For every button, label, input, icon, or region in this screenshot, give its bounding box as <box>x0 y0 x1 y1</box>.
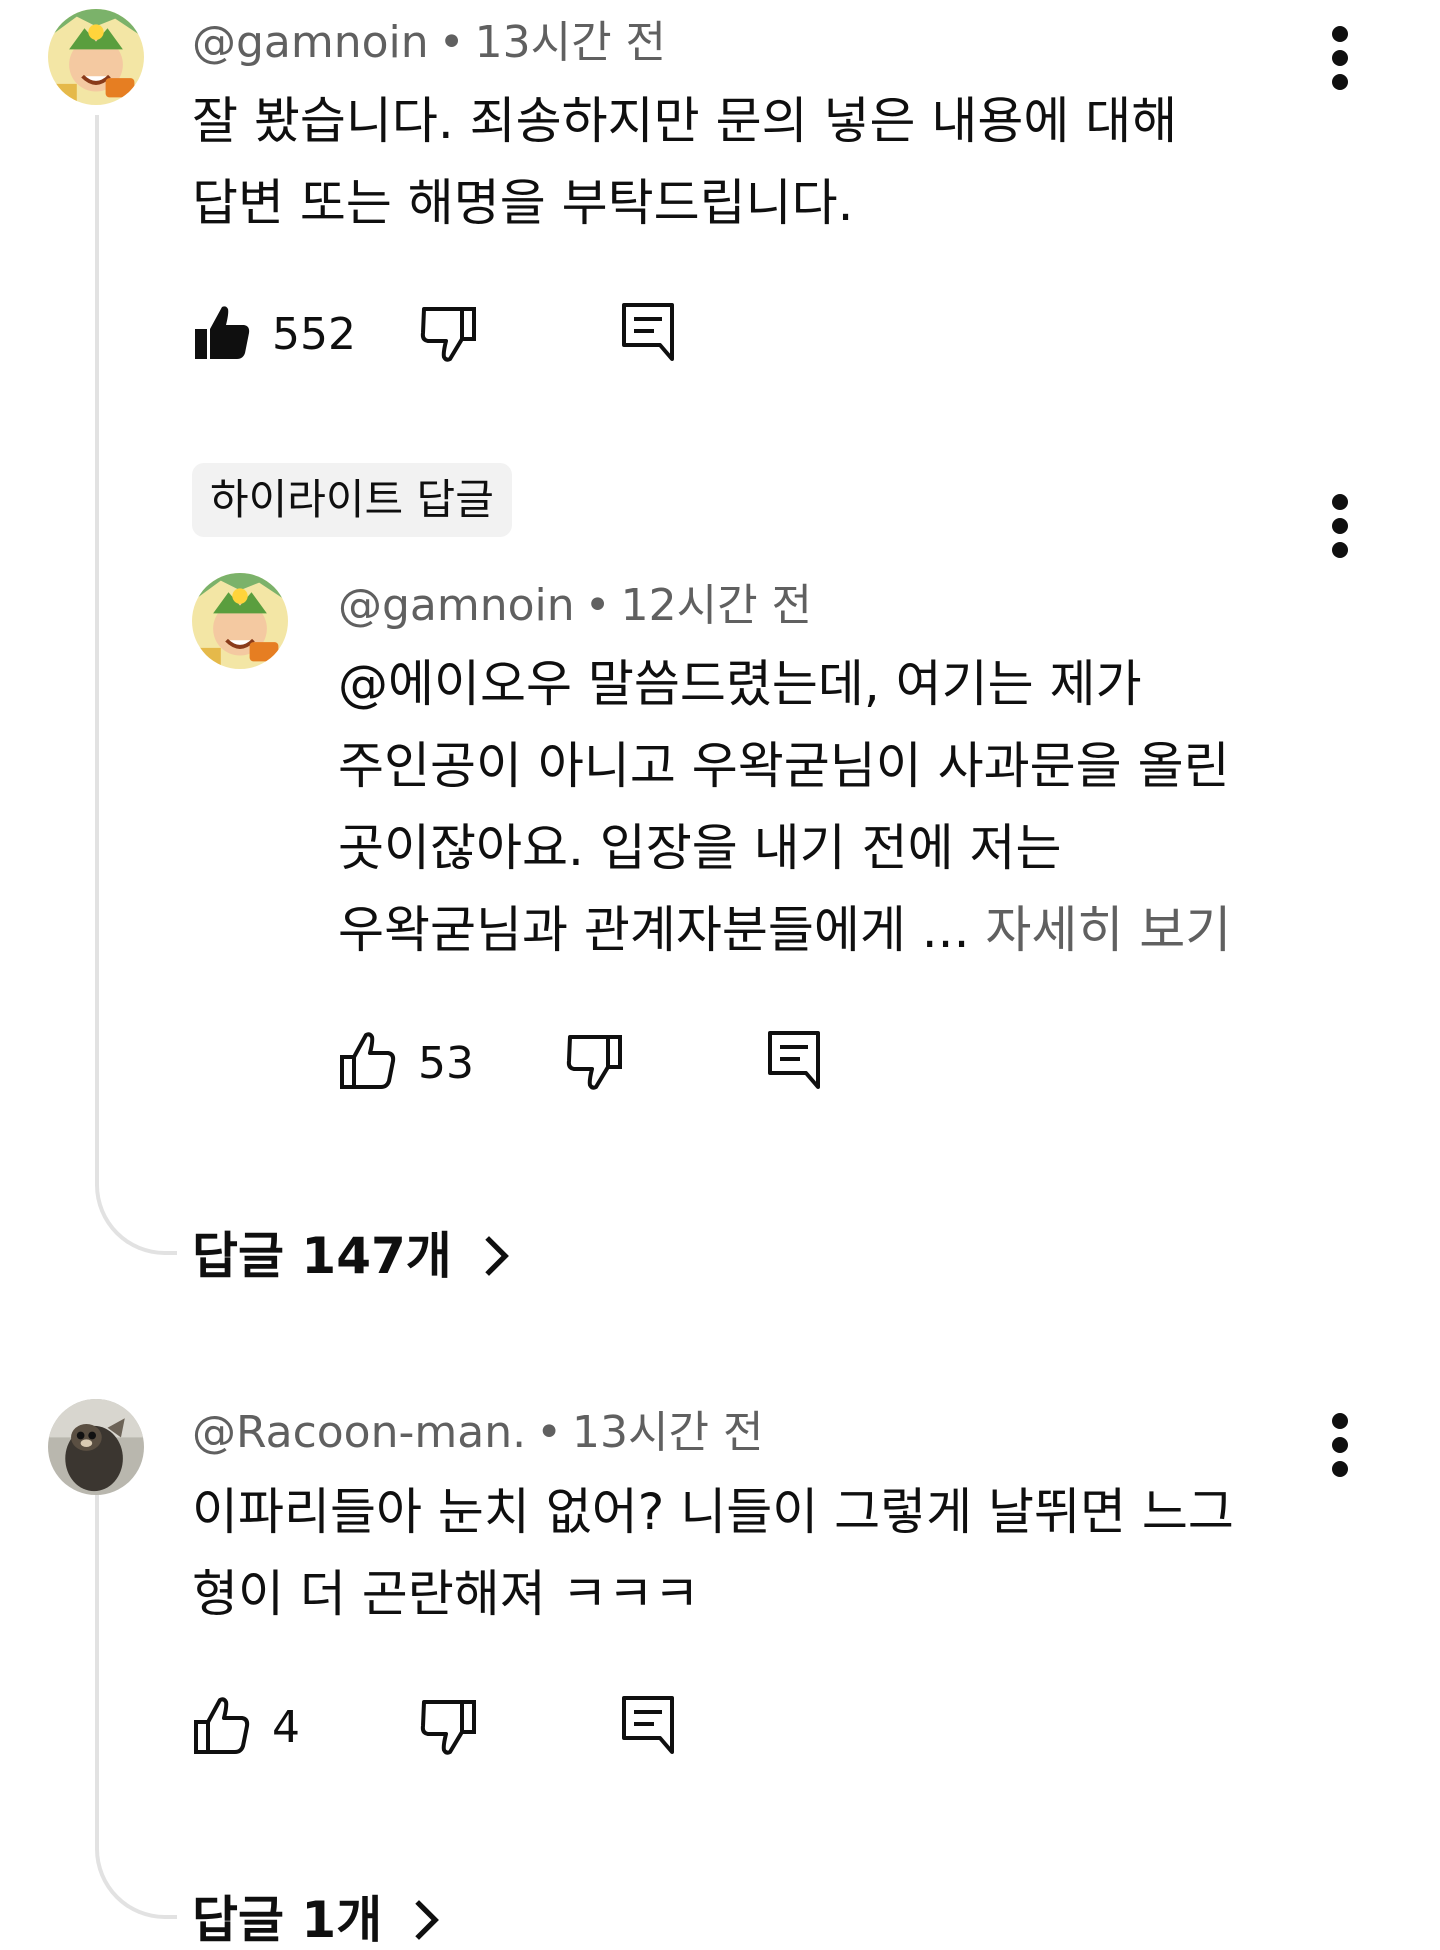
comment-text-line: 형이 더 곤란해져 ㅋㅋㅋ <box>192 1565 700 1623</box>
comment-text-line: 이파리들아 눈치 없어? 니들이 그렇게 날뛰면 느그 <box>192 1483 1234 1541</box>
reply-menu-button[interactable] <box>1320 486 1360 566</box>
dislike-button[interactable] <box>564 1031 624 1091</box>
avatar[interactable] <box>48 9 144 105</box>
reply-text-line: @에이오우 말씀드렸는데, 여기는 제가 <box>338 655 1142 713</box>
reply-button[interactable] <box>618 301 678 361</box>
like-button[interactable] <box>192 1696 252 1756</box>
author-handle[interactable]: @gamnoin <box>338 580 575 631</box>
reply-text-line: 곳이잖아요. 입장을 내기 전에 저는 <box>338 819 1062 877</box>
thread-connector <box>95 1494 177 1919</box>
dislike-button[interactable] <box>418 1696 478 1756</box>
avatar[interactable] <box>48 1399 144 1495</box>
thumbs-down-icon <box>566 1035 622 1090</box>
more-vert-icon <box>1332 1413 1348 1477</box>
reply-text-line: 주인공이 아니고 우왁굳님이 사과문을 올린 <box>338 737 1230 795</box>
view-replies-button[interactable]: 답글 1개 <box>192 1890 444 1950</box>
author-handle[interactable]: @gamnoin <box>192 17 429 68</box>
avatar[interactable] <box>192 573 288 669</box>
reply-text: @에이오우 말씀드렸는데, 여기는 제가 주인공이 아니고 우왁굳님이 사과문을… <box>338 643 1231 971</box>
reply-text-line: 우왁굳님과 관계자분들에게 ... 자세히 보기 <box>338 889 1231 971</box>
reply-comment-icon <box>622 303 674 361</box>
comment-meta: @Racoon-man. • 13시간 전 <box>192 1407 763 1459</box>
reply-comment-icon <box>768 1031 820 1089</box>
reply-button[interactable] <box>764 1029 824 1089</box>
comment-text-line: 답변 또는 해명을 부탁드립니다. <box>192 174 854 232</box>
timestamp[interactable]: 13시간 전 <box>475 17 666 68</box>
reply-text-truncated: 우왁굳님과 관계자분들에게 ... <box>338 901 986 959</box>
comment-meta: @gamnoin • 13시간 전 <box>192 17 666 69</box>
separator-dot: • <box>584 580 611 631</box>
thumbs-up-icon <box>194 1697 250 1754</box>
more-vert-icon <box>1332 26 1348 90</box>
separator-dot: • <box>536 1407 563 1458</box>
like-button[interactable] <box>338 1031 398 1091</box>
comment-menu-button[interactable] <box>1320 1405 1360 1485</box>
author-handle[interactable]: @Racoon-man. <box>192 1407 526 1458</box>
replies-count-label: 답글 1개 <box>192 1891 383 1949</box>
timestamp[interactable]: 13시간 전 <box>572 1407 763 1458</box>
chevron-right-icon <box>480 1233 514 1279</box>
thumbs-down-icon <box>420 307 476 362</box>
comment-text: 잘 봤습니다. 죄송하지만 문의 넣은 내용에 대해 답변 또는 해명을 부탁드… <box>192 80 1177 244</box>
chevron-right-icon <box>410 1897 444 1943</box>
like-count: 4 <box>272 1702 300 1753</box>
reply-meta: @gamnoin • 12시간 전 <box>338 580 812 632</box>
comment-text: 이파리들아 눈치 없어? 니들이 그렇게 날뛰면 느그 형이 더 곤란해져 ㅋㅋ… <box>192 1471 1234 1635</box>
like-count: 552 <box>272 309 356 360</box>
dislike-button[interactable] <box>418 303 478 363</box>
like-count: 53 <box>418 1038 474 1089</box>
thumbs-down-icon <box>420 1700 476 1755</box>
separator-dot: • <box>438 17 465 68</box>
more-vert-icon <box>1332 494 1348 558</box>
replies-count-label: 답글 147개 <box>192 1227 452 1285</box>
read-more-link[interactable]: 자세히 보기 <box>985 901 1231 959</box>
reply-comment-icon <box>622 1696 674 1754</box>
timestamp[interactable]: 12시간 전 <box>621 580 812 631</box>
reply-button[interactable] <box>618 1694 678 1754</box>
thread-connector <box>95 115 177 1255</box>
highlighted-reply-chip: 하이라이트 답글 <box>192 463 512 537</box>
thumbs-up-filled-icon <box>195 306 250 359</box>
comment-text-line: 잘 봤습니다. 죄송하지만 문의 넣은 내용에 대해 <box>192 92 1178 150</box>
view-replies-button[interactable]: 답글 147개 <box>192 1226 514 1286</box>
thumbs-up-icon <box>340 1032 396 1089</box>
like-button[interactable] <box>192 303 252 363</box>
comment-menu-button[interactable] <box>1320 18 1360 98</box>
